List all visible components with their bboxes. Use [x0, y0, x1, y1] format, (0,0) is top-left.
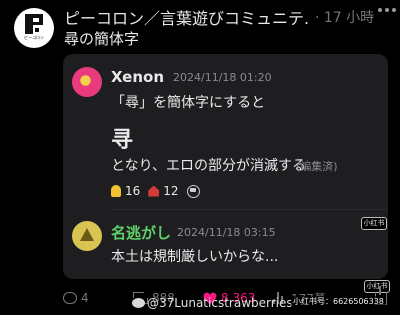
- comment-text-line: 本土は規制厳しいからな...: [111, 249, 279, 265]
- weibo-watermark: @37Lunaticstrawberries: [132, 296, 293, 310]
- comment-author-name: Xenon: [111, 68, 164, 86]
- comment-avatar: [72, 221, 102, 251]
- reaction-bulb: 16: [111, 184, 140, 198]
- avatar-caption: ピーコロン: [24, 35, 44, 40]
- embedded-screenshot-card: Xenon 2024/11/18 01:20 「尋」を簡体字にすると 寻 となり…: [63, 54, 388, 279]
- post-text: 尋の簡体字: [64, 30, 140, 48]
- reply-icon: [63, 292, 77, 304]
- xhs-badge: 小红书: [361, 217, 387, 230]
- more-options-icon[interactable]: [378, 8, 396, 14]
- divider: [111, 209, 388, 210]
- post-header: ピーコロン／言葉遊びコミュニテ... · 17 小時: [64, 6, 390, 28]
- post-timestamp[interactable]: · 17 小時: [315, 7, 374, 27]
- reaction-count: 16: [125, 184, 141, 198]
- add-reaction: [186, 184, 200, 198]
- author-name[interactable]: ピーコロン／言葉遊びコミュニテ...: [64, 5, 309, 29]
- comment-kanji: 寻: [111, 128, 134, 153]
- comment-avatar: [72, 67, 102, 97]
- weibo-icon: [132, 298, 145, 308]
- logo-icon: [25, 14, 43, 34]
- reply-count: 4: [81, 291, 89, 305]
- reaction-count: 12: [163, 184, 179, 198]
- comment-timestamp: 2024/11/18 03:15: [177, 226, 276, 239]
- comment-timestamp: 2024/11/18 01:20: [173, 71, 272, 84]
- comment-author-name: 名逃がし: [111, 224, 172, 242]
- edited-label: (編集済): [296, 160, 338, 173]
- reply-button[interactable]: 4: [63, 287, 89, 309]
- comment-text-line: 「尋」を簡体字にすると: [111, 95, 266, 111]
- house-icon: [148, 185, 160, 197]
- comment-text-line: となり、エロの部分が消滅する: [111, 158, 307, 174]
- author-avatar[interactable]: ピーコロン: [14, 8, 54, 48]
- reaction-bar: 16 12: [111, 182, 208, 200]
- reaction-house: 12: [148, 184, 179, 198]
- add-reaction-icon: [186, 184, 200, 198]
- watermark-handle: @37Lunaticstrawberries: [147, 296, 293, 310]
- bulb-icon: [111, 185, 121, 197]
- xhs-id-watermark: 小红书号：6626506338: [291, 296, 386, 307]
